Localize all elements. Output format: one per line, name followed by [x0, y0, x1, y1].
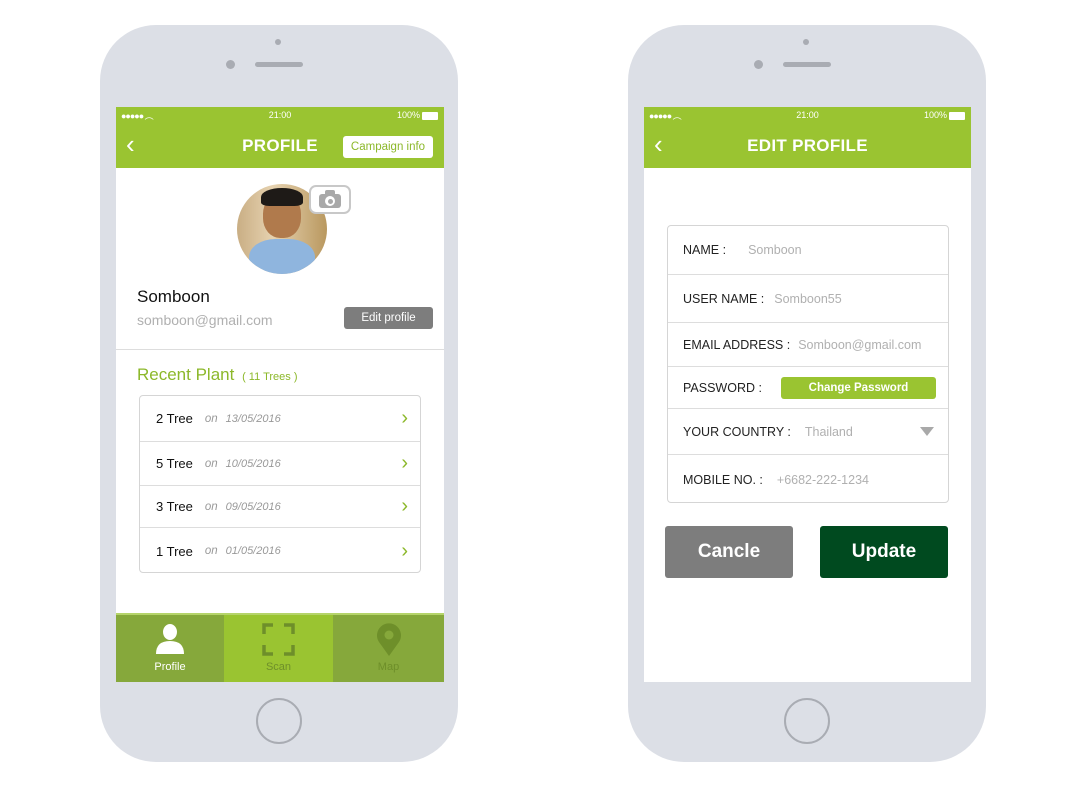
recent-plant-title: Recent Plant: [137, 365, 235, 384]
tree-count-label: 3 Tree: [156, 499, 193, 514]
status-time: 21:00: [268, 110, 292, 120]
edit-profile-screen: ●●●●● ︵ 21:00 100% ‹ EDIT PROFILE NAME :…: [644, 107, 971, 682]
list-item[interactable]: 1 Tree on 01/05/2016 ›: [140, 528, 420, 572]
plant-date: 01/05/2016: [225, 545, 281, 557]
battery-percent: 100%: [923, 110, 947, 120]
field-label: YOUR COUNTRY :: [683, 424, 791, 439]
on-label: on: [204, 412, 218, 425]
front-camera: [754, 60, 763, 69]
recent-plant-heading: Recent Plant ( 11 Trees ): [137, 365, 298, 385]
field-label: USER NAME :: [683, 291, 765, 306]
sensor: [803, 39, 809, 45]
plant-date: 13/05/2016: [225, 412, 281, 425]
on-label: on: [204, 545, 218, 557]
chevron-right-icon: ›: [401, 452, 408, 474]
on-label: on: [204, 457, 218, 470]
tree-count: ( 11 Trees ): [242, 371, 298, 383]
battery-percent: 100%: [396, 110, 420, 120]
field-label: NAME :: [683, 243, 727, 257]
list-item[interactable]: 2 Tree on 13/05/2016 ›: [140, 396, 420, 442]
battery-icon: [422, 112, 438, 120]
tab-scan[interactable]: Scan: [224, 615, 333, 682]
phone-frame-edit: ●●●●● ︵ 21:00 100% ‹ EDIT PROFILE NAME :…: [628, 25, 986, 762]
profile-form: NAME : Somboon USER NAME : Somboon55 EMA…: [667, 225, 949, 503]
chevron-right-icon: ›: [401, 539, 408, 562]
field-label: EMAIL ADDRESS :: [683, 337, 791, 352]
mobile-field[interactable]: MOBILE NO. : +6682-222-1234: [668, 455, 948, 502]
tree-count-label: 2 Tree: [156, 411, 193, 426]
status-time: 21:00: [796, 110, 819, 120]
battery-icon: [949, 112, 965, 120]
user-email: somboon@gmail.com: [137, 312, 273, 328]
chevron-right-icon: ›: [401, 495, 408, 517]
country-value: Thailand: [804, 424, 853, 439]
dropdown-arrow-icon[interactable]: [920, 427, 934, 436]
password-field: PASSWORD : Change Password: [668, 367, 948, 409]
tab-label: Profile: [154, 661, 186, 673]
tab-label: Map: [377, 661, 400, 673]
name-field[interactable]: NAME : Somboon: [668, 226, 948, 275]
tab-bar: Profile Scan Map: [116, 613, 444, 682]
camera-icon[interactable]: [309, 185, 351, 214]
email-field[interactable]: EMAIL ADDRESS : Somboon@gmail.com: [668, 323, 948, 367]
person-icon: [156, 624, 184, 654]
home-button[interactable]: [784, 698, 830, 744]
status-bar: ●●●●● ︵ 21:00 100%: [644, 107, 971, 125]
plant-list: 2 Tree on 13/05/2016 › 5 Tree on 10/05/2…: [139, 395, 421, 573]
edit-profile-button[interactable]: Edit profile: [344, 307, 433, 329]
username-input[interactable]: Somboon55: [774, 292, 841, 306]
country-select[interactable]: YOUR COUNTRY : Thailand: [668, 409, 948, 455]
sensor: [275, 39, 281, 45]
front-camera: [226, 60, 235, 69]
plant-date: 09/05/2016: [225, 500, 281, 513]
list-item[interactable]: 3 Tree on 09/05/2016 ›: [140, 486, 420, 528]
tree-count-label: 1 Tree: [156, 543, 193, 559]
map-pin-icon: [377, 623, 401, 656]
home-button[interactable]: [256, 698, 302, 744]
tab-profile[interactable]: Profile: [116, 615, 224, 682]
list-item[interactable]: 5 Tree on 10/05/2016 ›: [140, 442, 420, 486]
tab-label: Scan: [265, 661, 292, 673]
campaign-info-button[interactable]: Campaign info: [343, 136, 433, 158]
field-label: MOBILE NO. :: [683, 472, 763, 487]
on-label: on: [204, 500, 218, 513]
username-field[interactable]: USER NAME : Somboon55: [668, 275, 948, 323]
phone-frame-profile: ●●●●● ︵ 21:00 100% ‹ PROFILE Campaign in…: [100, 25, 458, 762]
tab-map[interactable]: Map: [333, 615, 444, 682]
header: ‹ PROFILE Campaign info: [116, 125, 444, 168]
name-input[interactable]: Somboon: [748, 243, 802, 257]
speaker: [255, 62, 303, 67]
change-password-button[interactable]: Change Password: [781, 376, 936, 399]
profile-screen: ●●●●● ︵ 21:00 100% ‹ PROFILE Campaign in…: [116, 107, 444, 682]
user-name: Somboon: [137, 287, 210, 306]
email-input[interactable]: Somboon@gmail.com: [798, 338, 921, 352]
field-label: PASSWORD :: [683, 380, 762, 395]
tree-count-label: 5 Tree: [156, 456, 193, 471]
speaker: [783, 62, 831, 67]
update-button[interactable]: Update: [820, 526, 948, 578]
header: ‹ EDIT PROFILE: [644, 125, 971, 168]
scan-frame-icon: [262, 623, 295, 656]
chevron-right-icon: ›: [401, 407, 408, 429]
mobile-input[interactable]: +6682-222-1234: [777, 473, 869, 487]
status-bar: ●●●●● ︵ 21:00 100%: [116, 107, 444, 125]
page-title: EDIT PROFILE: [747, 136, 868, 155]
divider: [116, 349, 444, 350]
plant-date: 10/05/2016: [225, 457, 281, 470]
cancel-button[interactable]: Cancle: [665, 526, 793, 578]
